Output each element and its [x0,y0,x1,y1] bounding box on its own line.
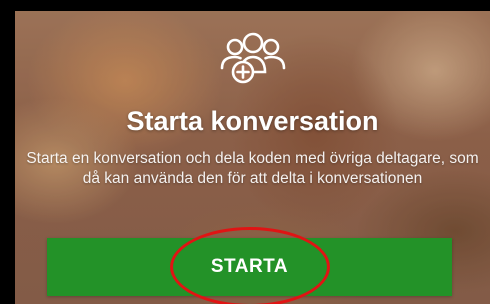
screen: Starta konversation Starta en konversati… [0,0,490,304]
background-panel: Starta konversation Starta en konversati… [15,11,490,304]
page-title: Starta konversation [126,106,379,136]
people-add-icon [213,30,293,86]
start-conversation-card: Starta konversation Starta en konversati… [15,11,490,304]
start-button[interactable]: STARTA [47,238,452,296]
description-text: Starta en konversation och dela koden me… [26,150,479,187]
